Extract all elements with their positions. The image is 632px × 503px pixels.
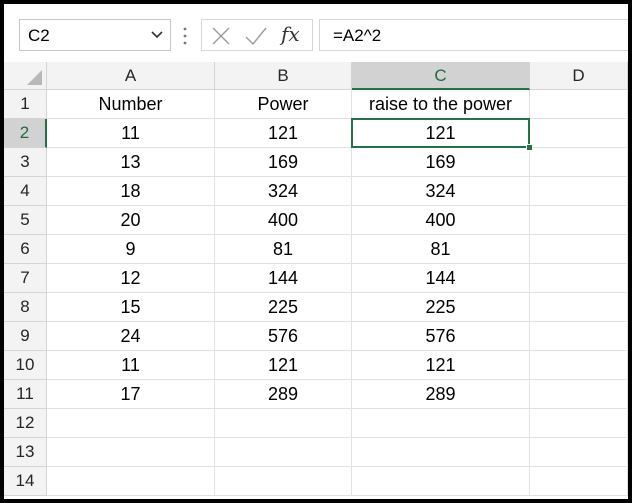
cell-a8[interactable]: 15: [47, 293, 215, 322]
row-header-7[interactable]: 7: [4, 264, 47, 293]
cell-b5[interactable]: 400: [215, 206, 352, 235]
column-header-b[interactable]: B: [215, 62, 352, 90]
cell-a6[interactable]: 9: [47, 235, 215, 264]
column-header-c[interactable]: C: [352, 62, 530, 90]
cell-d9[interactable]: [530, 322, 628, 351]
cell-a3[interactable]: 13: [47, 148, 215, 177]
cell-d10[interactable]: [530, 351, 628, 380]
cell-a9[interactable]: 24: [47, 322, 215, 351]
column-header-a[interactable]: A: [47, 62, 215, 90]
cell-c3[interactable]: 169: [352, 148, 530, 177]
more-dots-icon[interactable]: [182, 25, 188, 47]
fill-handle[interactable]: [526, 144, 533, 151]
cell-a4[interactable]: 18: [47, 177, 215, 206]
cell-a10[interactable]: 11: [47, 351, 215, 380]
cell-c9[interactable]: 576: [352, 322, 530, 351]
cell-d13[interactable]: [530, 438, 628, 467]
spreadsheet-window: C2 fx =A2^2 A B C D 1 Number Power raise to the…: [4, 4, 628, 499]
cell-d7[interactable]: [530, 264, 628, 293]
cell-a13[interactable]: [47, 438, 215, 467]
chevron-down-icon[interactable]: [150, 28, 164, 42]
cell-b4[interactable]: 324: [215, 177, 352, 206]
select-all-triangle-icon: [27, 70, 42, 85]
row-header-14[interactable]: 14: [4, 467, 47, 496]
insert-function-button[interactable]: fx: [281, 22, 300, 46]
x-icon[interactable]: [211, 26, 231, 46]
row-header-12[interactable]: 12: [4, 409, 47, 438]
row-header-13[interactable]: 13: [4, 438, 47, 467]
cell-c5[interactable]: 400: [352, 206, 530, 235]
cell-b12[interactable]: [215, 409, 352, 438]
cell-d2[interactable]: [530, 119, 628, 148]
formula-bar: C2 fx =A2^2: [4, 4, 628, 62]
cell-b11[interactable]: 289: [215, 380, 352, 409]
row-header-2[interactable]: 2: [4, 119, 47, 148]
cell-d1[interactable]: [530, 90, 628, 119]
row-header-5[interactable]: 5: [4, 206, 47, 235]
cell-a7[interactable]: 12: [47, 264, 215, 293]
row-header-1[interactable]: 1: [4, 90, 47, 119]
formula-buttons: fx: [201, 19, 313, 51]
cell-b2[interactable]: 121: [215, 119, 352, 148]
cell-c4[interactable]: 324: [352, 177, 530, 206]
cell-c11[interactable]: 289: [352, 380, 530, 409]
cell-c12[interactable]: [352, 409, 530, 438]
row-header-8[interactable]: 8: [4, 293, 47, 322]
cell-c6[interactable]: 81: [352, 235, 530, 264]
cell-a5[interactable]: 20: [47, 206, 215, 235]
cell-a12[interactable]: [47, 409, 215, 438]
cell-b1[interactable]: Power: [215, 90, 352, 119]
check-icon[interactable]: [244, 26, 268, 46]
row-header-6[interactable]: 6: [4, 235, 47, 264]
column-header-d[interactable]: D: [530, 62, 628, 90]
row-header-3[interactable]: 3: [4, 148, 47, 177]
row-header-9[interactable]: 9: [4, 322, 47, 351]
cell-d3[interactable]: [530, 148, 628, 177]
select-all-button[interactable]: [4, 62, 47, 90]
row-header-11[interactable]: 11: [4, 380, 47, 409]
cell-c7[interactable]: 144: [352, 264, 530, 293]
cell-b8[interactable]: 225: [215, 293, 352, 322]
cell-c2[interactable]: 121: [352, 119, 530, 148]
row-header-10[interactable]: 10: [4, 351, 47, 380]
formula-input[interactable]: =A2^2: [319, 19, 628, 51]
name-box-value: C2: [28, 26, 50, 45]
cell-c14[interactable]: [352, 467, 530, 496]
worksheet-grid: A B C D 1 Number Power raise to the power 2 11 121…: [4, 62, 628, 499]
cell-d8[interactable]: [530, 293, 628, 322]
cell-b13[interactable]: [215, 438, 352, 467]
cell-b6[interactable]: 81: [215, 235, 352, 264]
cell-c8[interactable]: 225: [352, 293, 530, 322]
cell-a14[interactable]: [47, 467, 215, 496]
cell-c13[interactable]: [352, 438, 530, 467]
cell-d11[interactable]: [530, 380, 628, 409]
formula-text: =A2^2: [333, 26, 382, 45]
row-header-4[interactable]: 4: [4, 177, 47, 206]
cell-b3[interactable]: 169: [215, 148, 352, 177]
cell-c1[interactable]: raise to the power: [352, 90, 530, 119]
cell-d12[interactable]: [530, 409, 628, 438]
cell-b14[interactable]: [215, 467, 352, 496]
cell-a11[interactable]: 17: [47, 380, 215, 409]
cell-a2[interactable]: 11: [47, 119, 215, 148]
cell-a1[interactable]: Number: [47, 90, 215, 119]
cell-d6[interactable]: [530, 235, 628, 264]
cell-d14[interactable]: [530, 467, 628, 496]
cell-d4[interactable]: [530, 177, 628, 206]
cell-b9[interactable]: 576: [215, 322, 352, 351]
cell-c10[interactable]: 121: [352, 351, 530, 380]
name-box[interactable]: C2: [19, 19, 171, 51]
cell-b7[interactable]: 144: [215, 264, 352, 293]
cell-d5[interactable]: [530, 206, 628, 235]
cell-b10[interactable]: 121: [215, 351, 352, 380]
